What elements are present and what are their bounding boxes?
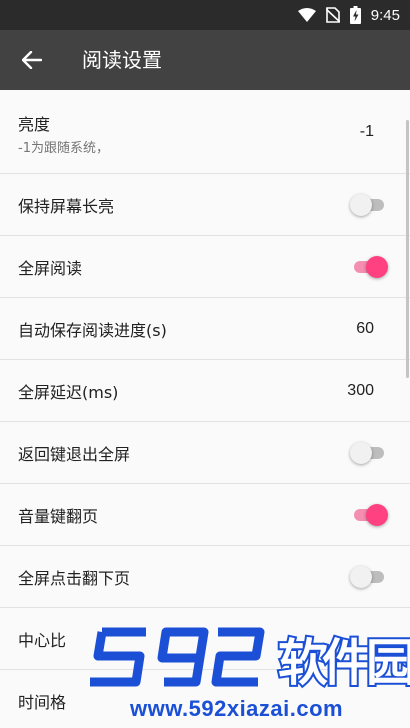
setting-keep-screen-on[interactable]: 保持屏幕长亮 bbox=[0, 174, 410, 236]
setting-volume-key-flip[interactable]: 音量键翻页 bbox=[0, 484, 410, 546]
back-exit-fullscreen-switch[interactable] bbox=[350, 440, 388, 466]
volume-key-flip-switch[interactable] bbox=[350, 502, 388, 528]
svg-text:软: 软 bbox=[278, 634, 328, 692]
fullscreen-read-switch[interactable] bbox=[350, 254, 388, 280]
arrow-back-icon bbox=[22, 51, 42, 69]
setting-label: 全屏点击翻下页 bbox=[18, 568, 131, 588]
setting-label: 自动保存阅读进度(s) bbox=[18, 320, 167, 340]
setting-description: -1为跟随系统， bbox=[18, 141, 109, 156]
watermark-logo: 软 件 园 www.592xiazai.com bbox=[80, 618, 410, 728]
status-icons: 9:45 bbox=[297, 5, 400, 25]
setting-value: 300 bbox=[347, 381, 374, 399]
setting-autosave-progress[interactable]: 自动保存阅读进度(s) 60 bbox=[0, 298, 410, 360]
setting-brightness[interactable]: 亮度 -1为跟随系统， -1 bbox=[0, 90, 410, 174]
no-sim-icon bbox=[325, 7, 340, 23]
setting-label: 音量键翻页 bbox=[18, 506, 99, 526]
setting-label: 亮度 bbox=[18, 115, 51, 134]
page-title: 阅读设置 bbox=[82, 48, 162, 72]
svg-text:园: 园 bbox=[366, 634, 410, 692]
setting-fullscreen-read[interactable]: 全屏阅读 bbox=[0, 236, 410, 298]
setting-value: -1 bbox=[359, 122, 374, 140]
battery-charging-icon bbox=[349, 6, 361, 24]
setting-label: 全屏阅读 bbox=[18, 258, 83, 278]
setting-label: 返回键退出全屏 bbox=[18, 444, 131, 464]
setting-label: 全屏延迟(ms) bbox=[18, 382, 119, 402]
back-button[interactable] bbox=[14, 44, 50, 76]
status-bar: 9:45 bbox=[0, 0, 410, 30]
fullscreen-tap-next-switch[interactable] bbox=[350, 564, 388, 590]
setting-back-exit-fullscreen[interactable]: 返回键退出全屏 bbox=[0, 422, 410, 484]
wifi-icon bbox=[297, 8, 316, 22]
scrollbar[interactable] bbox=[406, 120, 409, 378]
setting-value: 60 bbox=[356, 319, 374, 337]
setting-label: 保持屏幕长亮 bbox=[18, 196, 115, 216]
svg-text:件: 件 bbox=[322, 634, 372, 692]
keep-screen-on-switch[interactable] bbox=[350, 192, 388, 218]
setting-label: 中心比 bbox=[18, 630, 67, 650]
status-time: 9:45 bbox=[370, 6, 400, 24]
watermark-url: www.592xiazai.com bbox=[130, 696, 344, 721]
setting-fullscreen-delay[interactable]: 全屏延迟(ms) 300 bbox=[0, 360, 410, 422]
setting-fullscreen-tap-next[interactable]: 全屏点击翻下页 bbox=[0, 546, 410, 608]
watermark-brand-art: 软 件 园 bbox=[90, 627, 410, 694]
app-bar: 阅读设置 bbox=[0, 30, 410, 90]
setting-label: 时间格 bbox=[18, 692, 67, 712]
